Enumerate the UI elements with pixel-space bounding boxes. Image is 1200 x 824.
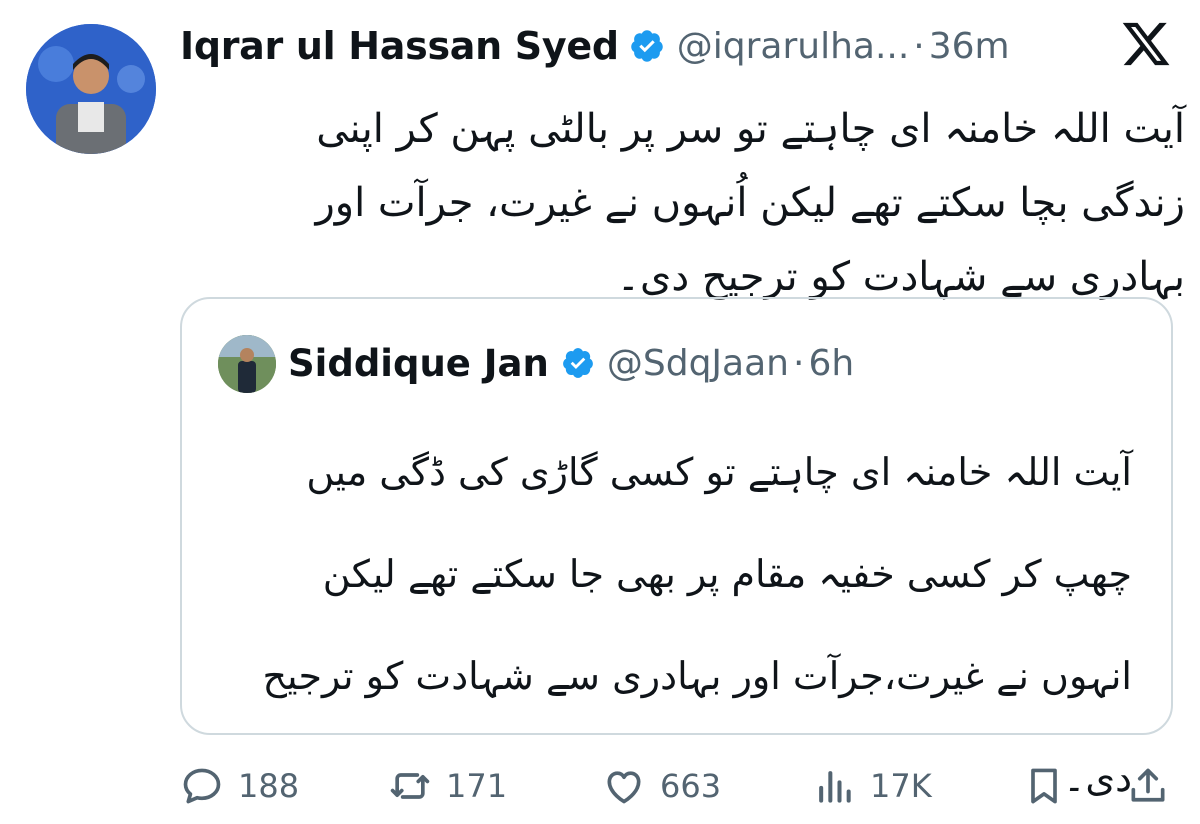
reply-icon [183,768,221,804]
author-avatar-image [26,24,156,154]
reply-button[interactable]: 188 [180,758,299,814]
share-icon [1131,768,1165,802]
quoted-avatar-image [218,335,276,393]
reply-count: 188 [238,767,300,805]
author-name[interactable]: Iqrar ul Hassan Syed [180,24,619,68]
quoted-author-handle[interactable]: @SdqJaan [607,343,789,384]
verified-badge-icon [562,348,593,378]
tweet-actions-bar: 188 171 663 17K [0,758,1200,814]
author-handle[interactable]: @iqrarulha... [677,26,910,67]
tweet-header: Iqrar ul Hassan Syed @iqrarulha... · 36m [180,22,1010,70]
heart-icon [607,771,641,804]
views-button[interactable]: 17K [812,758,932,814]
verified-badge-icon [630,30,663,62]
quoted-author-name[interactable]: Siddique Jan [288,342,549,385]
x-logo-icon[interactable] [1120,18,1172,70]
quoted-author-avatar[interactable] [218,335,276,393]
tweet-body: آیت اللہ خامنہ ای چاہتے تو سر پر بالٹی پ… [315,106,1185,300]
repost-button[interactable]: 171 [388,758,507,814]
author-avatar[interactable] [26,24,156,154]
repost-count: 171 [446,767,508,805]
separator-dot: · [913,25,925,67]
views-count: 17K [870,767,932,805]
quoted-tweet-header: Siddique Jan @SdqJaan · 6h [288,337,854,389]
tweet-card: Iqrar ul Hassan Syed @iqrarulha... · 36m… [0,0,1200,824]
quoted-tweet[interactable]: Siddique Jan @SdqJaan · 6h آیت اللہ خامن… [180,297,1173,800]
tweet-timestamp[interactable]: 36m [929,26,1010,67]
views-icon [819,771,851,803]
like-button[interactable]: 663 [602,758,721,814]
bookmark-button[interactable] [1022,758,1066,814]
repost-icon [390,773,430,799]
quoted-tweet-timestamp[interactable]: 6h [808,343,854,384]
separator-dot: · [792,342,805,384]
bookmark-icon [1031,768,1057,804]
share-button[interactable] [1126,758,1170,814]
like-count: 663 [660,767,722,805]
